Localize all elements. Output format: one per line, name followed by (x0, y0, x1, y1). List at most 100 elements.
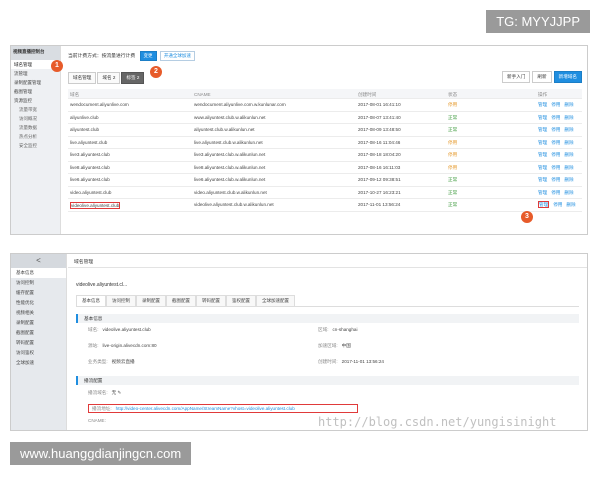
disable-button[interactable]: 停用 (551, 102, 560, 107)
sidebar-item-auth[interactable]: 访问鉴权 (11, 348, 66, 358)
detail-tabs: 基本信息 访问控制 录制配置 截图配置 转码配置 鉴权配置 全球加速配置 (76, 295, 579, 307)
row-domain[interactable]: live3.aliyuntest.club (70, 152, 110, 157)
tab-record[interactable]: 录制配置 (136, 295, 166, 306)
manage-button[interactable]: 管理 (538, 190, 547, 195)
manage-button[interactable]: 管理 (538, 140, 547, 145)
disable-button[interactable]: 停用 (551, 165, 560, 170)
row-domain[interactable]: video.aliyuntest.club (70, 190, 111, 195)
manage-button[interactable]: 管理 (538, 102, 547, 107)
sidebar-item-recording[interactable]: 录制配置管理 (11, 78, 60, 87)
row-domain[interactable]: videolive.aliyuntest.club (70, 202, 121, 209)
field-origin: 源站: live-origin.alivecdn.com:80 (88, 343, 157, 348)
sidebar-item-access-control[interactable]: 访问控制 (11, 278, 66, 288)
tab-snapshot[interactable]: 截图配置 (166, 295, 196, 306)
sidebar-item-global[interactable]: 全球加速 (11, 358, 66, 368)
edit-pencil-icon[interactable]: ✎ (118, 390, 122, 395)
row-domain[interactable]: aliyuntest.club (70, 127, 99, 132)
sidebar-item-basic[interactable]: 基本信息 (11, 268, 66, 278)
disable-button[interactable]: 停用 (551, 177, 560, 182)
sidebar-item-cache[interactable]: 缓存配置 (11, 288, 66, 298)
sidebar: 视频直播控制台 域名管理 流管理 录制配置管理 截图管理 资源监控 流量带宽 访… (11, 46, 61, 234)
row-domain[interactable]: aliyunlive.club (70, 115, 99, 120)
delete-button[interactable]: 删除 (564, 190, 573, 195)
tab-transcode[interactable]: 转码配置 (196, 295, 226, 306)
table-row: live3.aliyuntest.club live3.aliyuntest.cl… (68, 149, 582, 162)
delete-button[interactable]: 删除 (564, 152, 573, 157)
row-cname: live3.aliyuntest.club.w.alikunlun.net (194, 152, 266, 157)
delete-button[interactable]: 删除 (566, 202, 575, 207)
guide-button[interactable]: 新手入门 (502, 71, 531, 83)
row-status: 正常 (448, 114, 458, 120)
disable-button[interactable]: 停用 (551, 190, 560, 195)
row-ops: 管理 停用 删除 (538, 127, 578, 133)
sidebar-item-video[interactable]: 视频相关 (11, 308, 66, 318)
sidebar-item-hotspot[interactable]: 热点分析 (11, 132, 60, 141)
row-domain[interactable]: live.aliyuntest.club (70, 140, 107, 145)
row-ops: 管理 停用 删除 (538, 115, 578, 121)
play-section-title: 播流配置 (76, 376, 579, 385)
watermark-diagonal: http://blog.csdn.net/yungisinight (318, 415, 557, 429)
refresh-button[interactable]: 刷新 (532, 71, 552, 83)
sidebar-item-security[interactable]: 安全监控 (11, 141, 60, 150)
manage-button[interactable]: 管理 (538, 165, 547, 170)
row-ops: 管理 停用 删除 (538, 201, 580, 208)
col-ops: 操作 (538, 92, 548, 97)
sidebar-item-record[interactable]: 录制配置 (11, 318, 66, 328)
watermark-bottom: www.huanggdianjingcn.com (10, 442, 192, 465)
row-status: 正常 (448, 177, 458, 182)
sidebar-title: 视频直播控制台 (11, 46, 60, 60)
change-billing-button[interactable]: 变更 (139, 51, 157, 61)
sidebar-item-bandwidth[interactable]: 流量带宽 (11, 105, 60, 114)
row-domain[interactable]: live6.aliyuntest.club (70, 177, 110, 182)
tab-access-control[interactable]: 访问控制 (106, 295, 136, 306)
delete-button[interactable]: 删除 (564, 177, 573, 182)
delete-button[interactable]: 删除 (564, 165, 573, 170)
disable-button[interactable]: 停用 (551, 140, 560, 145)
detail-header: 域名管理 (68, 254, 587, 268)
delete-button[interactable]: 删除 (564, 115, 573, 120)
add-domain-button[interactable]: 新增域名 (553, 71, 582, 83)
row-cname: live.aliyuntest.club.w.alikunlun.net (194, 139, 263, 145)
col-cname: CNAME (194, 92, 211, 97)
activate-global-button[interactable]: 开通全球加速 (159, 51, 195, 61)
manage-button[interactable]: 管理 (538, 201, 550, 208)
row-domain[interactable]: live8.aliyuntest.club (70, 165, 110, 170)
tab-domains[interactable]: 域名管理 (68, 72, 97, 84)
play-url-link[interactable]: http://video-center.alivecdn.com/AppName… (116, 406, 295, 411)
row-status: 停用 (448, 152, 458, 157)
manage-button[interactable]: 管理 (538, 152, 547, 157)
table-row: aliyuntest.club aliyuntest.club.w.alikunl… (68, 124, 582, 137)
disable-button[interactable]: 停用 (551, 127, 560, 132)
billing-notice: 当前计费方式：按流量进行计费 变更 开通全球加速 (68, 51, 195, 61)
sidebar-item-snapshot[interactable]: 截图管理 (11, 87, 60, 96)
tab-basic-info[interactable]: 基本信息 (76, 295, 106, 306)
row-cname: www.aliyuntest.club.w.alikunlun.net (194, 114, 266, 120)
delete-button[interactable]: 删除 (564, 127, 573, 132)
tab-auth[interactable]: 鉴权配置 (226, 295, 256, 306)
sidebar-item-performance[interactable]: 性能优化 (11, 298, 66, 308)
tab-tag[interactable]: 标签 2 (121, 72, 145, 84)
row-domain[interactable]: wendocument.aliyunlive.com (70, 102, 129, 107)
manage-button[interactable]: 管理 (538, 115, 547, 120)
disable-button[interactable]: 停用 (551, 152, 560, 157)
back-chevron-icon[interactable]: < (11, 254, 66, 268)
sidebar-item-access[interactable]: 访问概况 (11, 114, 60, 123)
table-row: wendocument.aliyunlive.com wendocument.al… (68, 99, 582, 112)
disable-button[interactable]: 停用 (553, 202, 562, 207)
sidebar-item-monitor[interactable]: 资源监控 (11, 96, 60, 105)
sidebar-item-snapshot[interactable]: 截图配置 (11, 328, 66, 338)
filter-tabs: 域名管理 域名 2 标签 2 (68, 72, 145, 84)
table-header: 域名 CNAME 创建时间 状态 操作 (68, 89, 582, 99)
row-created: 2017-11-01 13:56:24 (358, 202, 401, 207)
disable-button[interactable]: 停用 (551, 115, 560, 120)
delete-button[interactable]: 删除 (564, 140, 573, 145)
manage-button[interactable]: 管理 (538, 177, 547, 182)
domain-detail-panel: < 基本信息 访问控制 缓存配置 性能优化 视频相关 录制配置 截图配置 转码配… (10, 253, 588, 431)
manage-button[interactable]: 管理 (538, 127, 547, 132)
sidebar-item-traffic[interactable]: 流量数据 (11, 123, 60, 132)
sidebar-item-transcode[interactable]: 转码配置 (11, 338, 66, 348)
tab-domain-count[interactable]: 域名 2 (97, 72, 121, 84)
delete-button[interactable]: 删除 (564, 102, 573, 107)
row-created: 2017-08-09 13:48:50 (358, 127, 401, 132)
tab-global[interactable]: 全球加速配置 (256, 295, 295, 306)
